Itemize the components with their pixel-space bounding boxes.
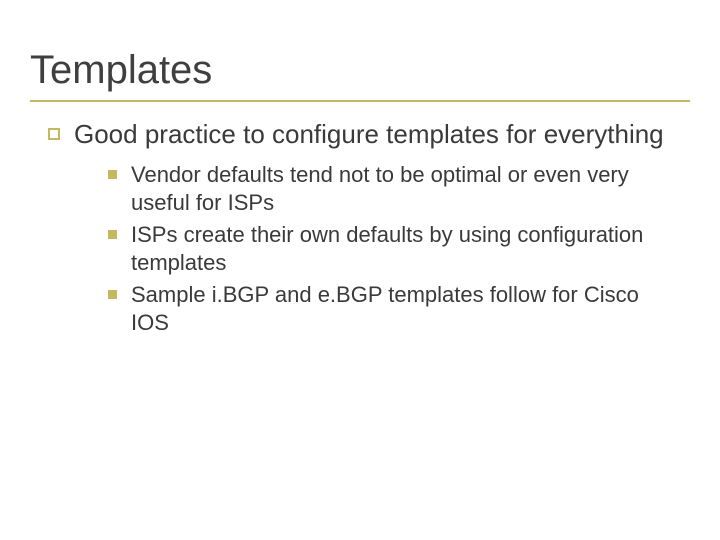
square-solid-icon xyxy=(108,170,117,179)
slide-title: Templates xyxy=(30,48,212,93)
bullet-level2: Sample i.BGP and e.BGP templates follow … xyxy=(108,281,668,337)
title-underline xyxy=(30,100,690,102)
bullet-level1: Good practice to configure templates for… xyxy=(48,118,668,151)
bullet-level2-text: ISPs create their own defaults by using … xyxy=(131,221,668,277)
bullet-level2-group: Vendor defaults tend not to be optimal o… xyxy=(108,161,668,338)
bullet-level2: ISPs create their own defaults by using … xyxy=(108,221,668,277)
bullet-level2-text: Vendor defaults tend not to be optimal o… xyxy=(131,161,668,217)
slide: Templates Good practice to configure tem… xyxy=(0,0,720,540)
bullet-level2: Vendor defaults tend not to be optimal o… xyxy=(108,161,668,217)
square-solid-icon xyxy=(108,290,117,299)
square-solid-icon xyxy=(108,230,117,239)
bullet-level1-text: Good practice to configure templates for… xyxy=(74,118,664,151)
square-outline-icon xyxy=(48,128,60,140)
bullet-level2-text: Sample i.BGP and e.BGP templates follow … xyxy=(131,281,668,337)
slide-body: Good practice to configure templates for… xyxy=(48,118,668,341)
